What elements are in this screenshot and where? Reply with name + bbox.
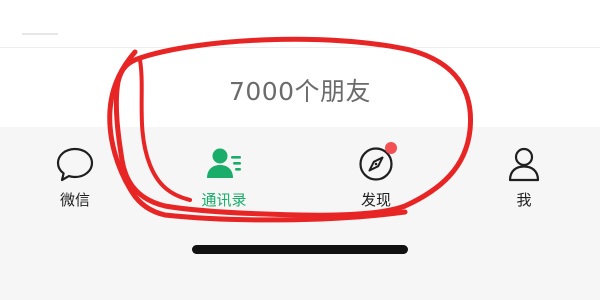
friend-count-label: 7000个朋友	[228, 77, 372, 106]
list-item-fragment	[22, 33, 58, 35]
tab-me-label: 我	[516, 191, 532, 209]
notification-badge-dot	[385, 142, 397, 154]
contacts-list-footer: 7000个朋友	[0, 0, 600, 127]
tab-discover[interactable]: 发现	[336, 142, 416, 215]
list-divider	[0, 47, 600, 48]
tab-contacts-label: 通讯录	[201, 191, 247, 209]
tab-chats[interactable]: 微信	[35, 145, 115, 215]
tab-contacts[interactable]: 通讯录	[184, 145, 264, 215]
tab-me[interactable]: 我	[484, 145, 564, 215]
home-indicator	[192, 245, 408, 254]
person-icon	[504, 145, 544, 183]
tab-discover-label: 发现	[360, 191, 391, 209]
tab-chats-label: 微信	[59, 191, 90, 209]
contacts-icon	[204, 145, 244, 183]
screen: 7000个朋友 微信 通讯录 发现 我	[0, 0, 600, 300]
chat-bubble-icon	[55, 145, 95, 183]
